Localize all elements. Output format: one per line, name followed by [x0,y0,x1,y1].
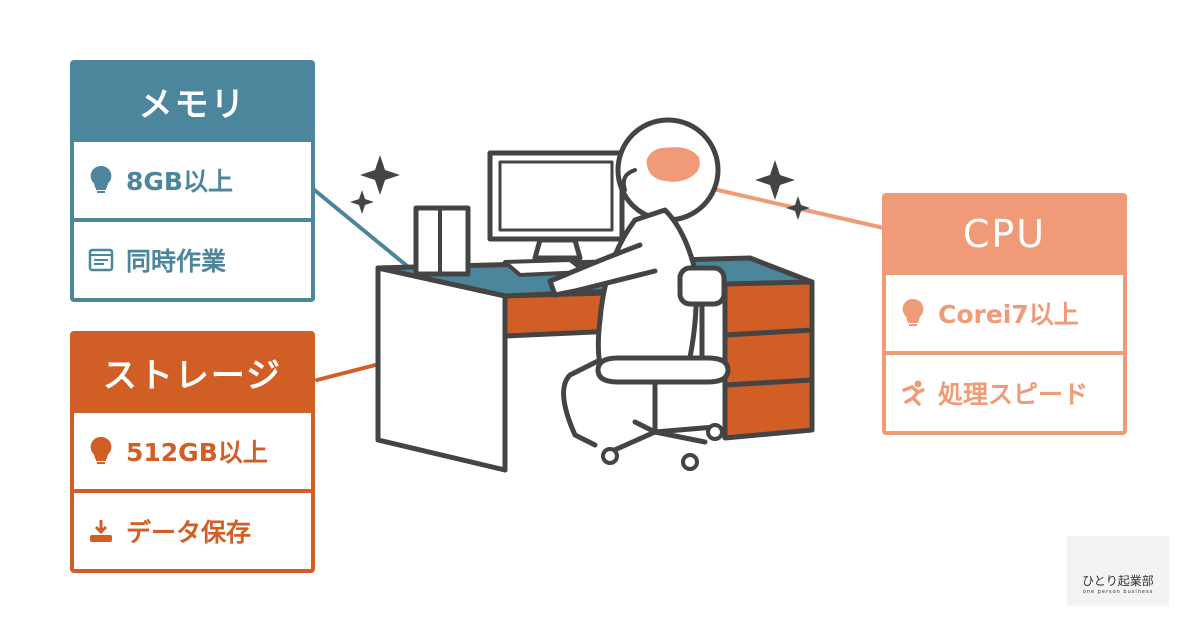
window-icon [88,248,114,272]
memory-row-capacity: 8GB以上 [74,142,311,218]
chair-seat [595,355,731,385]
brain-icon [643,144,703,185]
lightbulb-icon [90,436,112,464]
logo: ひとり起業部 one person business [1067,536,1169,606]
storage-capacity-text: 512GB以上 [126,438,268,467]
cpu-row-speed: 処理スピード [886,355,1123,431]
logo-tagline: one person business [1082,589,1154,595]
storage-title: ストレージ [102,355,283,396]
memory-title: メモリ [138,84,247,125]
running-icon [902,380,925,406]
cpu-title: CPU [962,212,1047,256]
download-icon [90,520,112,542]
storage-card: ストレージ 512GB以上 データ保存 [70,331,315,573]
cpu-model-text: Corei7以上 [938,300,1079,329]
memory-card: メモリ 8GB以上 同時作業 [70,60,315,302]
cpu-card: CPU Corei7以上 処理スピード [882,193,1127,435]
memory-row-multitask: 同時作業 [74,222,311,298]
memory-multitask-text: 同時作業 [126,247,227,276]
desk-cabinet [722,279,815,441]
lightbulb-icon [90,165,112,193]
logo-name: ひとり起業部 [1082,574,1154,588]
lightbulb-icon [902,298,924,326]
storage-save-text: データ保存 [126,518,252,547]
cpu-row-model: Corei7以上 [886,275,1123,351]
memory-capacity-text: 8GB以上 [126,167,233,196]
storage-row-save: データ保存 [74,493,311,569]
storage-row-capacity: 512GB以上 [74,413,311,489]
chair-back [677,265,727,307]
page: メモリ 8GB以上 同時作業 ストレージ 512GB以上 データ保存 CPU C… [0,0,1200,630]
desk-left-panel [375,265,508,473]
cpu-speed-text: 処理スピード [938,380,1089,409]
